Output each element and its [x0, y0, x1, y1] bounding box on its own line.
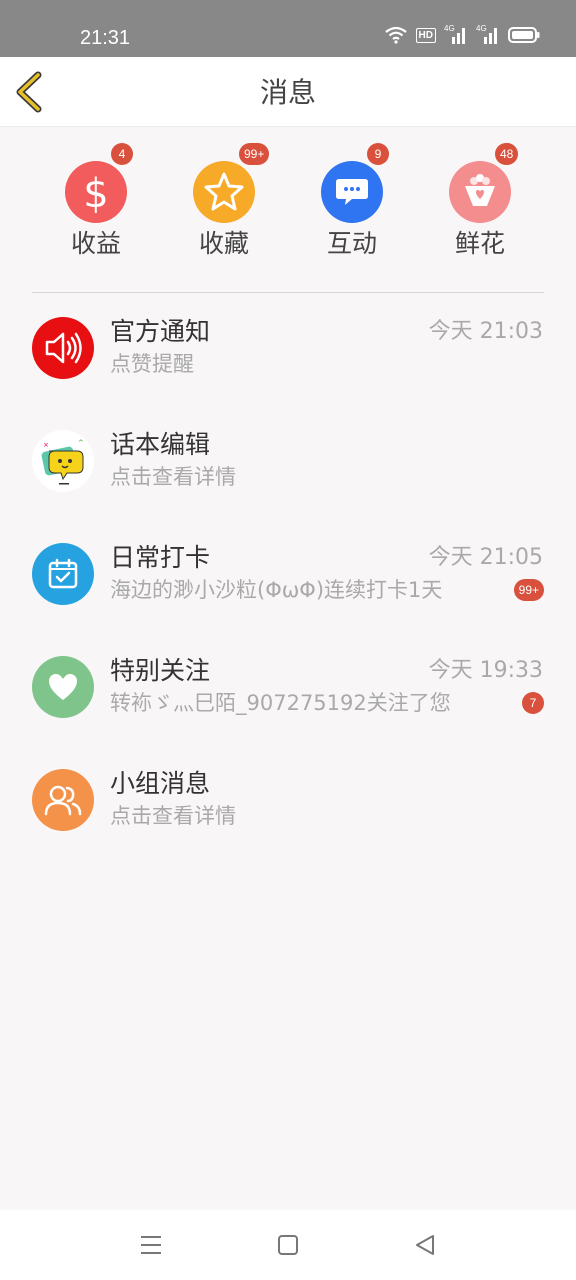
message-title: 官方通知: [110, 317, 211, 346]
unread-badge: 7: [522, 692, 544, 714]
group-users-icon: [32, 769, 94, 831]
message-time: 今天 21:05: [428, 545, 543, 570]
battery-icon: [508, 27, 540, 43]
home-button[interactable]: [275, 1232, 301, 1258]
wifi-icon: [384, 26, 407, 44]
category-earnings[interactable]: $ 4 收益: [41, 143, 151, 271]
dollar-icon: $: [65, 161, 127, 223]
unread-badge: 99+: [513, 579, 544, 601]
message-subtitle: 转袮ゞ灬巳陌_907275192关注了您: [110, 691, 451, 715]
header: 消息: [0, 57, 576, 127]
category-label: 鲜花: [454, 229, 505, 258]
chat-bubble-icon: [321, 161, 383, 223]
svg-text:$: $: [83, 171, 108, 215]
category-interaction[interactable]: 9 互动: [297, 143, 407, 271]
category-label: 收益: [70, 229, 121, 258]
unread-badge: 48: [495, 143, 519, 165]
menu-icon: [141, 1236, 161, 1254]
message-subtitle: 点击查看详情: [110, 804, 236, 828]
calendar-check-icon: [32, 543, 94, 605]
svg-text:×: ×: [43, 441, 49, 449]
message-title: 小组消息: [110, 769, 211, 798]
message-title: 日常打卡: [110, 543, 211, 572]
message-subtitle: 海边的渺小沙粒(ΦωΦ)连续打卡1天: [110, 578, 443, 602]
star-icon: [193, 161, 255, 223]
svg-text:^: ^: [78, 439, 84, 447]
message-time: 今天 21:03: [428, 319, 543, 344]
menu-button[interactable]: [138, 1232, 164, 1258]
speaker-icon: [32, 317, 94, 379]
category-flowers[interactable]: 48 鲜花: [425, 143, 535, 271]
status-icons: HD 4G 4G: [384, 24, 540, 44]
category-label: 互动: [326, 229, 377, 258]
message-subtitle: 点赞提醒: [110, 352, 194, 376]
chat-mascot-icon: × ^: [32, 430, 94, 492]
message-subtitle: 点击查看详情: [110, 465, 236, 489]
hd-icon: HD: [415, 27, 436, 43]
category-label: 收藏: [198, 229, 249, 258]
signal-label: 4G: [444, 24, 455, 33]
message-item-checkin[interactable]: 日常打卡 海边的渺小沙粒(ΦωΦ)连续打卡1天 今天 21:05 99+: [0, 543, 576, 656]
message-item-special-follow[interactable]: 特别关注 转袮ゞ灬巳陌_907275192关注了您 今天 19:33 7: [0, 656, 576, 769]
back-nav-button[interactable]: [412, 1232, 438, 1258]
page-title: 消息: [259, 76, 316, 109]
heart-icon: [32, 656, 94, 718]
flower-bouquet-icon: [449, 161, 511, 223]
status-bar: 21:31 HD 4G 4G: [0, 0, 576, 57]
signal-icon: 4G: [444, 24, 468, 44]
signal-icon: 4G: [476, 24, 500, 44]
status-time: 21:31: [80, 27, 131, 49]
message-time: 今天 19:33: [428, 658, 543, 683]
category-row: $ 4 收益 99+ 收藏 9 互动 48 鲜花: [0, 127, 576, 292]
system-nav-bar: [0, 1210, 576, 1280]
signal-label: 4G: [476, 24, 487, 33]
home-square-icon: [278, 1235, 298, 1255]
message-item-official[interactable]: 官方通知 点赞提醒 今天 21:03: [0, 317, 576, 430]
message-item-group[interactable]: 小组消息 点击查看详情: [0, 769, 576, 882]
divider: [32, 292, 544, 293]
message-item-editor[interactable]: × ^ 话本编辑 点击查看详情: [0, 430, 576, 543]
unread-badge: 9: [367, 143, 389, 165]
category-favorites[interactable]: 99+ 收藏: [169, 143, 279, 271]
back-triangle-icon: [416, 1235, 434, 1255]
unread-badge: 99+: [239, 143, 270, 165]
message-title: 话本编辑: [110, 430, 211, 459]
message-title: 特别关注: [110, 656, 211, 685]
unread-badge: 4: [111, 143, 133, 165]
